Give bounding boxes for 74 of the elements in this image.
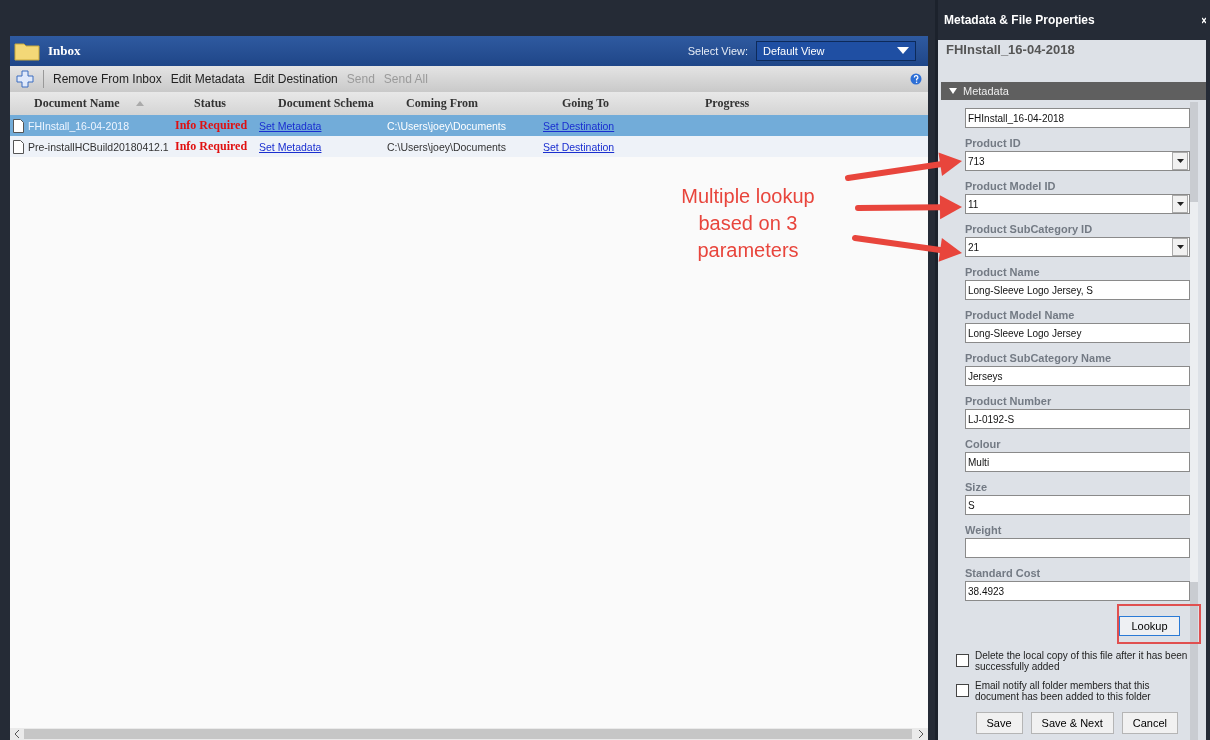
annotation-text: Multiple lookup based on 3 parameters (680, 184, 816, 263)
lookup-button[interactable]: Lookup (1119, 616, 1180, 636)
column-header[interactable]: Status (194, 96, 226, 111)
field-label: Product SubCategory ID (965, 222, 1094, 237)
add-icon[interactable] (16, 70, 34, 88)
column-header[interactable]: Document Name (34, 96, 120, 111)
scroll-right-icon[interactable] (918, 730, 924, 738)
view-dropdown[interactable]: Default View (756, 41, 916, 61)
caret-icon (897, 47, 909, 55)
checkbox-label: Delete the local copy of this file after it has been successfully added (975, 650, 1189, 672)
panel-title: Metadata & File Properties (944, 13, 1095, 27)
column-header[interactable]: Going To (562, 96, 610, 111)
field-label: Weight (965, 523, 1003, 538)
scroll-left-icon[interactable] (14, 730, 20, 738)
table-row[interactable]: Pre-installHCBuild20180412.1 Info Required Set Metadata C:\Users\joey\Documents Set Destination (10, 136, 928, 157)
field-label: Product Number (965, 394, 1053, 409)
caret-icon (949, 88, 957, 94)
path-text: C:\Users\joey\Documents (387, 119, 507, 132)
input-field[interactable]: Jerseys (965, 366, 1190, 386)
field-label: Product ID (965, 136, 1022, 151)
set-destination-link[interactable]: Set Destination (543, 140, 615, 153)
toolbar-button[interactable]: Edit Destination (253, 72, 338, 86)
field-label: Standard Cost (965, 566, 1042, 581)
dropdown-field[interactable]: 713 (965, 151, 1190, 171)
set-destination-link[interactable]: Set Destination (543, 119, 615, 132)
caret-icon (1176, 245, 1184, 249)
checkbox-label: Email notify all folder members that this document has been added to this folder (975, 680, 1152, 702)
field-label: Product Name (965, 265, 1041, 280)
input-field[interactable]: Long-Sleeve Logo Jersey (965, 323, 1190, 343)
close-icon[interactable] (1202, 16, 1206, 24)
field-label: Product Model Name (965, 308, 1076, 323)
dialog-button[interactable]: Cancel (1121, 712, 1178, 734)
file-name-heading: FHInstall_16-04-2018 (946, 42, 1075, 57)
document-icon (13, 139, 24, 154)
dropdown-field[interactable]: 11 (965, 194, 1190, 214)
field-label: Colour (965, 437, 1002, 452)
toolbar-button[interactable]: Remove From Inbox (53, 72, 162, 86)
field-label: Product SubCategory Name (965, 351, 1113, 366)
caret-icon (1176, 159, 1184, 163)
scrollbar-thumb[interactable] (1190, 202, 1198, 582)
folder-icon (14, 41, 40, 61)
column-header[interactable]: Document Schema (278, 96, 374, 111)
column-header[interactable]: Progress (705, 96, 750, 111)
help-icon[interactable] (910, 73, 922, 85)
field-label: Size (965, 480, 988, 495)
input-field[interactable]: Long-Sleeve Logo Jersey, S (965, 280, 1190, 300)
inbox-title: Inbox (48, 43, 82, 59)
caret-icon (1176, 202, 1184, 206)
status-text: Info Required (175, 139, 248, 154)
checkbox[interactable] (956, 684, 969, 697)
dialog-button[interactable]: Save & Next (1030, 712, 1114, 734)
document-icon (13, 118, 24, 133)
input-field[interactable]: FHInstall_16-04-2018 (965, 108, 1190, 128)
status-text: Info Required (175, 118, 248, 133)
document-name: FHInstall_16-04-2018 (28, 119, 129, 132)
dropdown-field[interactable]: 21 (965, 237, 1190, 257)
dialog-button[interactable]: Save (975, 712, 1023, 734)
section-header[interactable]: Metadata (941, 82, 1206, 100)
select-view-label: Select View: (687, 45, 748, 57)
checkbox[interactable] (956, 654, 969, 667)
input-field[interactable]: S (965, 495, 1190, 515)
input-field[interactable]: LJ-0192-S (965, 409, 1190, 429)
column-header[interactable]: Coming From (406, 96, 479, 111)
toolbar-button[interactable]: Edit Metadata (170, 72, 245, 86)
input-field[interactable] (965, 538, 1190, 558)
set-metadata-link[interactable]: Set Metadata (259, 140, 322, 153)
input-field[interactable]: Multi (965, 452, 1190, 472)
set-metadata-link[interactable]: Set Metadata (259, 119, 322, 132)
scrollbar-thumb[interactable] (24, 729, 912, 739)
document-name: Pre-installHCBuild20180412.1 (28, 140, 169, 153)
table-row[interactable]: FHInstall_16-04-2018 Info Required Set Metadata C:\Users\joey\Documents Set Destination (10, 115, 928, 136)
input-field[interactable]: 38.4923 (965, 581, 1190, 601)
path-text: C:\Users\joey\Documents (387, 140, 507, 153)
field-label: Product Model ID (965, 179, 1057, 194)
